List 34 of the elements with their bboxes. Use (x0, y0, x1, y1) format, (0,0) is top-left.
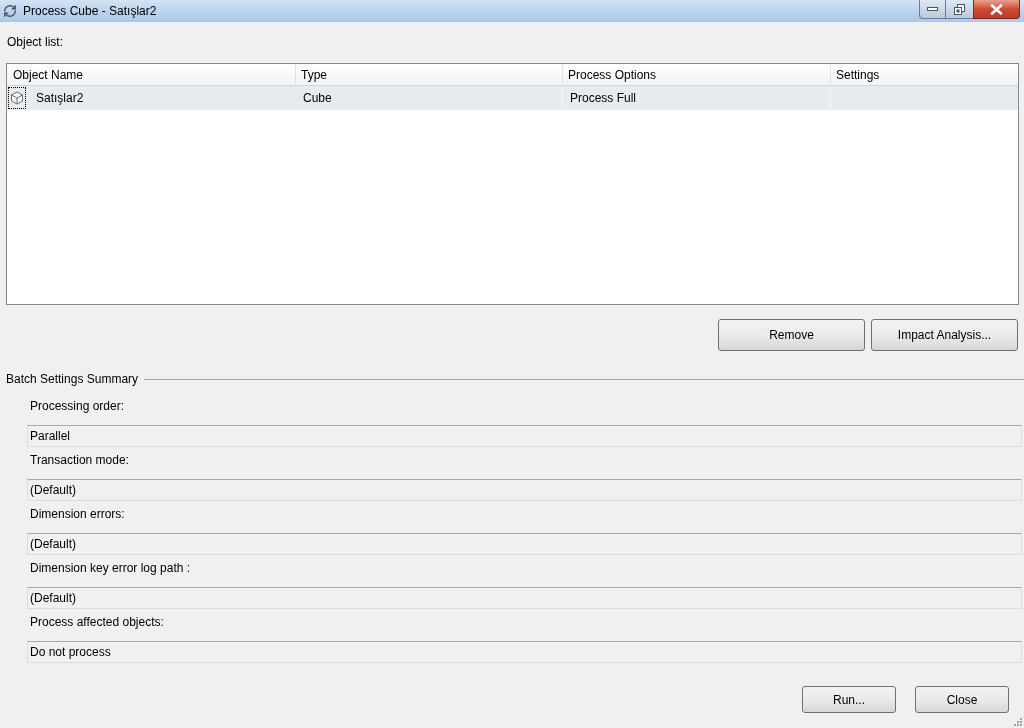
table-cell: Satışlar2 (36, 91, 84, 105)
remove-button[interactable]: Remove (718, 319, 865, 351)
impact-analysis-button[interactable]: Impact Analysis... (871, 319, 1018, 351)
close-button[interactable]: Close (915, 686, 1009, 713)
run-button[interactable]: Run... (802, 686, 896, 713)
field-label: Dimension errors: (30, 507, 125, 521)
restore-button[interactable] (946, 0, 973, 19)
cube-icon (10, 91, 24, 105)
table-cell: Process Full (570, 91, 637, 105)
group-title: Batch Settings Summary (6, 372, 139, 386)
column-header[interactable]: Settings (831, 64, 1018, 85)
table-row[interactable]: Satışlar2 Cube Process Full (7, 86, 1018, 110)
value-field: Parallel (27, 425, 1022, 447)
field-label: Processing order: (30, 399, 125, 413)
table-cell: Cube (303, 91, 332, 105)
resize-grip-icon (1013, 717, 1022, 726)
value-field: (Default) (27, 479, 1022, 501)
minimize-icon (927, 7, 938, 11)
minimize-button[interactable] (919, 0, 946, 19)
field-label: Process affected objects: (30, 615, 164, 629)
column-header[interactable]: Type (296, 64, 563, 85)
value-field: (Default) (27, 533, 1022, 555)
object-list-label: Object list: (7, 35, 63, 49)
window-close-button[interactable] (973, 0, 1020, 19)
circular-arrows-icon (3, 4, 17, 18)
value-field: (Default) (27, 587, 1022, 609)
close-icon (990, 3, 1003, 15)
column-header[interactable]: Process Options (563, 64, 831, 85)
window-title: Process Cube - Satışlar2 (23, 4, 157, 18)
restore-icon (954, 3, 965, 15)
field-label: Dimension key error log path : (30, 561, 191, 575)
value-field: Do not process (27, 641, 1022, 663)
field-label: Transaction mode: (30, 453, 129, 467)
column-header[interactable]: Object Name (7, 64, 296, 85)
